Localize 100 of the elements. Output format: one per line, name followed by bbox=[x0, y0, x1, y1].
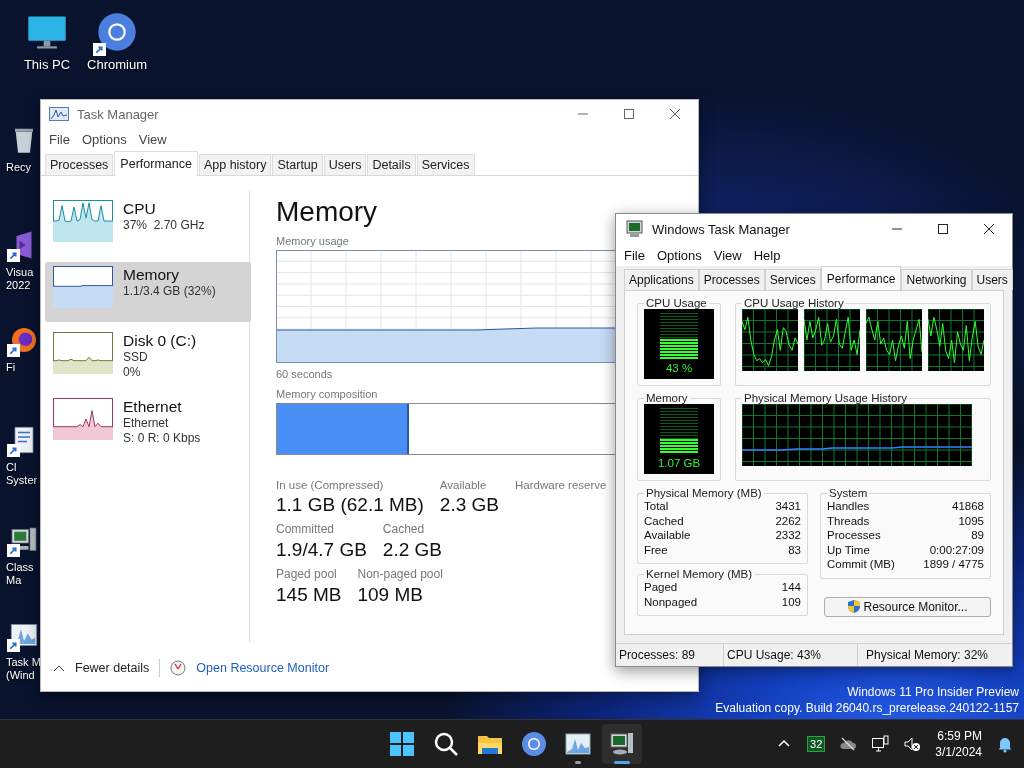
row-value: 144 bbox=[781, 580, 801, 595]
stat-label: Committed bbox=[276, 522, 335, 536]
menu-item[interactable]: Options bbox=[650, 247, 708, 263]
tab[interactable]: Users bbox=[971, 269, 1013, 290]
row-label: Threads bbox=[827, 513, 870, 528]
stat-label: In use (Compressed) bbox=[276, 479, 385, 491]
row-value: 2262 bbox=[775, 513, 801, 528]
resource-monitor-link[interactable]: Open Resource Monitor bbox=[196, 661, 330, 675]
bell-icon[interactable] bbox=[996, 735, 1014, 753]
icon-label: Cl Syster bbox=[6, 461, 38, 487]
round-app-icon[interactable] bbox=[9, 325, 39, 355]
caret-icon[interactable] bbox=[53, 664, 65, 672]
menu-item[interactable]: View bbox=[707, 247, 748, 263]
tab[interactable]: Networking bbox=[901, 269, 972, 290]
menu-item[interactable]: Options bbox=[75, 132, 133, 147]
cpu-history-graph bbox=[804, 309, 860, 371]
stat-value: 1.1 GB (62.1 MB) bbox=[276, 494, 424, 516]
row-value: 41868 bbox=[952, 499, 984, 514]
computer-icon bbox=[624, 220, 644, 238]
clock-time[interactable]: 6:59 PM bbox=[937, 728, 982, 744]
clock-date[interactable]: 3/1/2024 bbox=[935, 744, 982, 760]
item-detail: S: 0 R: 0 Kbps bbox=[123, 431, 201, 446]
icon-label: Class Ma bbox=[6, 561, 34, 587]
computer-icon bbox=[609, 731, 635, 757]
row-value: 1899 / 4775 bbox=[923, 557, 984, 572]
group-title: Physical Memory Usage History bbox=[743, 392, 908, 404]
item-detail: SSD bbox=[123, 350, 149, 365]
chart-label: Memory usage bbox=[276, 234, 349, 248]
sidebar-item[interactable]: Disk 0 (C:) SSD 0% bbox=[45, 328, 251, 388]
meter-reading: 1.07 GB bbox=[657, 457, 701, 469]
fewer-details-button[interactable]: Fewer details bbox=[75, 661, 150, 675]
maximize-icon[interactable] bbox=[937, 223, 949, 235]
group-title: Memory bbox=[645, 392, 689, 404]
tab[interactable]: Performance bbox=[114, 151, 198, 176]
tab[interactable]: Performance bbox=[820, 266, 902, 291]
tab[interactable]: Applications bbox=[624, 269, 699, 290]
tab[interactable]: Details bbox=[367, 154, 416, 175]
tab[interactable]: App history bbox=[198, 154, 272, 175]
item-title: CPU bbox=[123, 200, 157, 218]
icon-label: Task M (Wind bbox=[6, 656, 41, 682]
cpu-history-graph bbox=[866, 309, 922, 371]
stat-label: Cached bbox=[382, 522, 426, 536]
row-label: Paged bbox=[644, 580, 678, 595]
close-icon[interactable] bbox=[983, 223, 995, 235]
browser-icon[interactable] bbox=[95, 10, 139, 54]
menu-item[interactable]: File bbox=[43, 132, 76, 147]
row-value: 0:00:27:09 bbox=[929, 542, 984, 557]
row-label: Handles bbox=[827, 499, 870, 514]
sidebar-item[interactable]: Memory 1.1/3.4 GB (32%) bbox=[45, 262, 251, 322]
cloud-off-icon[interactable] bbox=[839, 735, 858, 753]
shield-icon bbox=[847, 599, 862, 614]
stat-value: 109 MB bbox=[357, 584, 424, 606]
taskbar-button[interactable] bbox=[602, 724, 642, 764]
item-detail: 1.1/3.4 GB (32%) bbox=[123, 284, 216, 299]
item-detail: 0% bbox=[123, 365, 142, 380]
group-title: Kernel Memory (MB) bbox=[645, 568, 754, 580]
sidebar-item[interactable]: Ethernet Ethernet S: 0 R: 0 Kbps bbox=[45, 394, 251, 454]
disk-sparkline bbox=[53, 332, 113, 374]
menu-item[interactable]: Help bbox=[747, 247, 787, 263]
memory-sparkline bbox=[53, 266, 113, 308]
row-label: Up Time bbox=[827, 542, 870, 557]
page-heading: Memory bbox=[276, 196, 379, 228]
tab[interactable]: Users bbox=[323, 154, 367, 175]
row-value: 83 bbox=[788, 542, 801, 557]
tab[interactable]: Services bbox=[764, 269, 821, 290]
menu-item[interactable]: File bbox=[618, 247, 651, 263]
sidebar-item[interactable]: CPU 37% 2.70 GHz bbox=[45, 196, 251, 256]
window-title: Windows Task Manager bbox=[652, 221, 790, 237]
tab[interactable]: Services bbox=[416, 154, 475, 175]
windows-logo-icon bbox=[389, 731, 415, 757]
gauge-icon bbox=[170, 660, 187, 676]
stat-value: 145 MB bbox=[276, 584, 342, 606]
stat-label: Hardware reserve bbox=[515, 479, 607, 491]
item-title: Memory bbox=[123, 266, 180, 284]
network-sparkline bbox=[53, 398, 113, 440]
row-value: 89 bbox=[971, 528, 984, 543]
network-icon[interactable] bbox=[871, 735, 890, 753]
browser-icon bbox=[521, 731, 547, 757]
tab[interactable]: Startup bbox=[272, 154, 323, 175]
item-title: Disk 0 (C:) bbox=[123, 332, 197, 350]
stat-value: 2.3 GB bbox=[439, 494, 499, 516]
menu-item[interactable]: View bbox=[132, 132, 173, 147]
resource-monitor-button[interactable]: Resource Monitor... bbox=[824, 596, 991, 617]
row-value: 3431 bbox=[775, 499, 801, 514]
row-label: Total bbox=[644, 499, 669, 514]
stat-value: 1.9/4.7 GB bbox=[276, 539, 367, 561]
stat-value: 2.2 GB bbox=[382, 539, 442, 561]
row-value: 109 bbox=[781, 594, 801, 609]
chart-window-icon bbox=[49, 107, 69, 121]
row-value: 2332 bbox=[775, 528, 801, 543]
row-label: Cached bbox=[644, 513, 684, 528]
icon-label: Chromium bbox=[87, 57, 147, 72]
muted-speaker-icon[interactable] bbox=[903, 735, 922, 753]
tab[interactable]: Processes bbox=[45, 154, 114, 175]
tray-badge[interactable]: 32 bbox=[807, 736, 826, 752]
stat-label: Paged pool bbox=[276, 567, 338, 581]
stat-label: Non-paged pool bbox=[357, 567, 443, 581]
tab[interactable]: Processes bbox=[698, 269, 765, 290]
time-span-label: 60 seconds bbox=[276, 367, 333, 381]
icon-label: Recy bbox=[6, 161, 32, 174]
